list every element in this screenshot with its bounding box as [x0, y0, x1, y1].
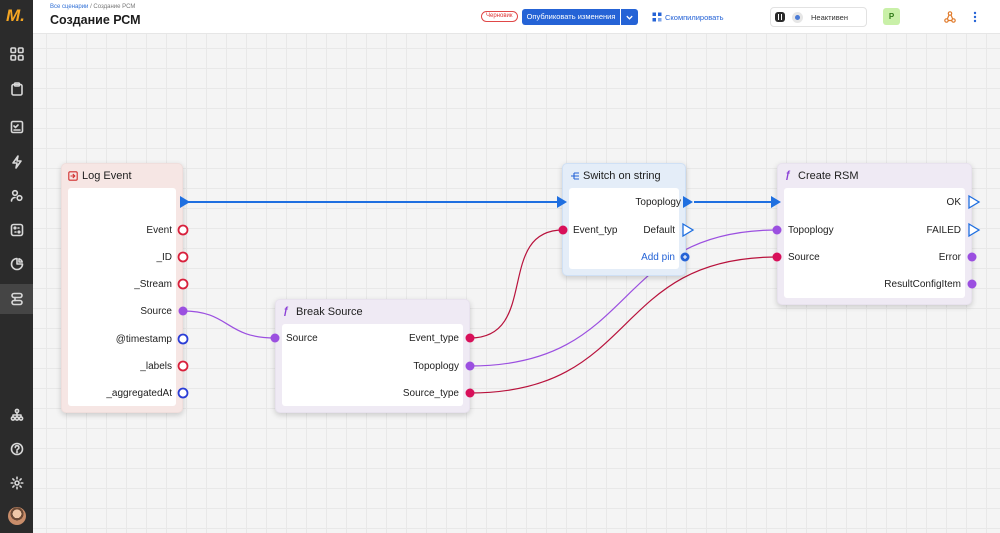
node-switch-on-string[interactable]: Switch on string Event_typ Topoplogy Def…: [562, 163, 686, 276]
grid-icon[interactable]: [7, 44, 26, 63]
pause-toggle-icon[interactable]: [775, 12, 785, 22]
org-tree-icon[interactable]: [7, 405, 26, 424]
pin-label-event-type: Event_type: [408, 333, 459, 344]
page-title: Создание РСМ: [50, 13, 141, 27]
sidebar: M.: [0, 0, 33, 533]
pin-label-source-in: Source: [788, 252, 820, 263]
publish-dropdown-button[interactable]: [621, 9, 638, 25]
publish-changes-button[interactable]: Опубликовать изменения: [522, 9, 620, 25]
node-title-create-rsm: Create RSM: [798, 170, 859, 182]
breadcrumb-root-link[interactable]: Все сценарии: [50, 4, 88, 10]
node-break-source[interactable]: ƒ Break Source Source Event_type Topoplo…: [275, 299, 470, 413]
node-create-rsm[interactable]: ƒ Create RSM Topoplogy Source OK FAILED …: [777, 163, 972, 305]
pin-label-error: Error: [938, 252, 961, 263]
user-initial-avatar[interactable]: P: [883, 8, 900, 25]
compile-button[interactable]: Скомпилировать: [652, 9, 724, 25]
activate-toggle-icon[interactable]: [792, 12, 803, 23]
pin-label-topology: Topoplogy: [413, 361, 459, 372]
chevron-down-icon: [626, 15, 633, 20]
node-body: [68, 188, 176, 406]
node-log-event[interactable]: Log Event Event _ID _Stream Source @time…: [61, 163, 183, 413]
pin-label-resultconfigitem: ResultConfigItem: [884, 279, 961, 290]
function-icon: ƒ: [785, 170, 791, 181]
draft-status-badge: Черновик: [481, 11, 518, 22]
breadcrumb: Все сценарии / Создание РСМ: [50, 4, 135, 10]
node-title-switch: Switch on string: [583, 170, 661, 182]
dashboard-icon[interactable]: [7, 220, 26, 239]
breadcrumb-separator: /: [90, 4, 92, 10]
switch-icon: [571, 172, 579, 180]
activation-status: Неактивен: [770, 7, 867, 27]
pin-label-failed: FAILED: [926, 225, 961, 236]
pin-label-event-typ: Event_typ: [573, 225, 618, 236]
lightning-icon[interactable]: [7, 152, 26, 171]
app-logo[interactable]: M.: [6, 7, 27, 25]
log-event-icon: [68, 171, 78, 181]
status-text: Неактивен: [811, 13, 848, 22]
pin-label-source: Source: [140, 306, 172, 317]
scenarios-icon[interactable]: [7, 289, 26, 308]
share-graph-icon[interactable]: [942, 9, 958, 25]
settings-icon[interactable]: [7, 473, 26, 492]
pin-label-id: _ID: [156, 252, 172, 263]
more-vertical-icon[interactable]: [967, 9, 983, 25]
pin-label-event: Event: [146, 225, 172, 236]
help-icon[interactable]: [7, 439, 26, 458]
checklist-icon[interactable]: [7, 117, 26, 136]
compile-icon: [652, 12, 662, 22]
pin-label-ok: OK: [946, 197, 961, 208]
pin-label-topology-in: Topoplogy: [788, 225, 834, 236]
function-icon: ƒ: [283, 306, 289, 317]
pin-label-topology-out: Topoplogy: [635, 197, 681, 208]
add-pin-button[interactable]: Add pin: [641, 252, 675, 264]
pin-label-source-in: Source: [286, 333, 318, 344]
node-title-break-source: Break Source: [296, 306, 363, 318]
pin-label-default: Default: [641, 225, 675, 237]
pin-label-source-type: Source_type: [402, 388, 459, 399]
pin-label-labels: _labels: [140, 361, 172, 372]
pie-chart-icon[interactable]: [7, 254, 26, 273]
node-title-log-event: Log Event: [82, 170, 132, 182]
pin-label-aggregatedat: _aggregatedAt: [106, 388, 172, 399]
pin-label-timestamp: @timestamp: [115, 334, 172, 345]
clipboard-icon[interactable]: [7, 79, 26, 98]
pin-label-stream: _Stream: [134, 279, 172, 290]
user-avatar[interactable]: [8, 507, 26, 525]
users-icon[interactable]: [7, 186, 26, 205]
compile-label: Скомпилировать: [665, 12, 724, 22]
breadcrumb-current: Создание РСМ: [93, 4, 136, 10]
